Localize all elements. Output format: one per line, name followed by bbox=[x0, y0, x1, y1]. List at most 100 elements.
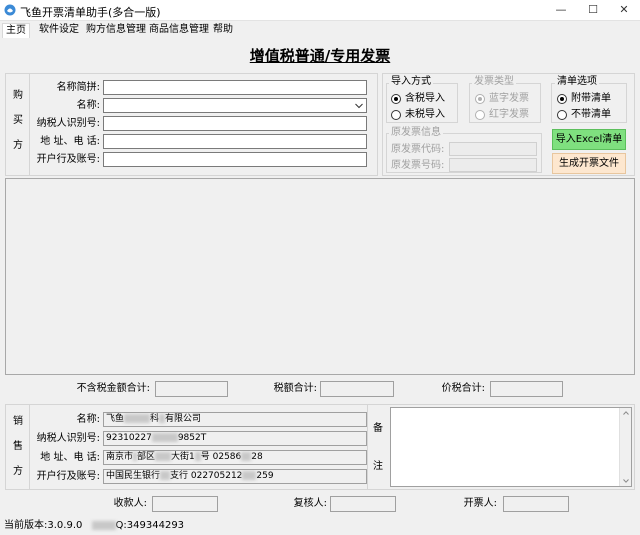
buyer-taxid-label: 纳税人识别号: bbox=[36, 118, 100, 129]
version-text: 当前版本:3.0.9.0 bbox=[4, 520, 83, 531]
remarks-textarea[interactable] bbox=[390, 407, 632, 487]
original-number-label: 原发票号码: bbox=[391, 160, 445, 171]
radio-tax-inclusive[interactable]: 含税导入 bbox=[391, 93, 445, 105]
seller-address-text-1: 南京市 bbox=[106, 452, 134, 462]
buyer-side-label-1: 购 bbox=[13, 90, 23, 101]
tax-total-value bbox=[320, 381, 394, 397]
page-title: 增值税普通/专用发票 bbox=[249, 47, 391, 65]
close-button[interactable]: ✕ bbox=[608, 0, 640, 21]
remarks-panel: 备 注 bbox=[368, 404, 635, 490]
buyer-side-label-3: 方 bbox=[13, 140, 23, 151]
radio-blue-invoice[interactable]: 蓝字发票 bbox=[475, 93, 529, 105]
minimize-button[interactable]: — bbox=[545, 0, 577, 21]
radio-label: 含税导入 bbox=[405, 93, 445, 104]
remarks-scrollbar[interactable] bbox=[619, 408, 631, 486]
payee-field[interactable] bbox=[152, 496, 218, 512]
radio-label: 未税导入 bbox=[405, 109, 445, 120]
seller-side-label-3: 方 bbox=[13, 466, 23, 477]
invoice-type-title: 发票类型 bbox=[472, 76, 516, 88]
seller-bank-label: 开户行及账号: bbox=[36, 471, 100, 482]
seller-side-label-2: 售 bbox=[13, 441, 23, 452]
radio-dot bbox=[557, 110, 567, 120]
radio-dot bbox=[391, 94, 401, 104]
maximize-button[interactable]: ☐ bbox=[577, 0, 609, 21]
buyer-bank-label: 开户行及账号: bbox=[36, 154, 100, 165]
seller-address-label: 地 址、电 话: bbox=[40, 452, 100, 463]
seller-name-text-2: 科 bbox=[150, 414, 160, 424]
radio-label: 蓝字发票 bbox=[489, 93, 529, 104]
buyer-name-label: 名称: bbox=[76, 100, 100, 111]
radio-without-list[interactable]: 不带清单 bbox=[557, 109, 611, 121]
seller-bank-text-1: 中国民生银行 bbox=[106, 471, 161, 481]
chevron-down-icon bbox=[623, 479, 629, 483]
generate-file-button[interactable]: 生成开票文件 bbox=[552, 153, 626, 174]
issuer-label: 开票人: bbox=[463, 498, 497, 509]
redaction-blur bbox=[241, 452, 252, 461]
radio-tax-exclusive[interactable]: 未税导入 bbox=[391, 109, 445, 121]
seller-address-field: 南京市 部区 大街1 号 02586 28 bbox=[103, 450, 367, 465]
seller-taxid-label: 纳税人识别号: bbox=[36, 433, 100, 444]
radio-red-invoice[interactable]: 红字发票 bbox=[475, 109, 529, 121]
redaction-blur bbox=[159, 414, 166, 423]
original-invoice-title: 原发票信息 bbox=[389, 127, 443, 139]
seller-side-label-1: 销 bbox=[13, 416, 23, 427]
grand-total-value bbox=[490, 381, 563, 397]
tab-home[interactable]: 主页 bbox=[2, 23, 30, 38]
radio-dot bbox=[475, 110, 485, 120]
window-title: 飞鱼开票清单助手(多合一版) bbox=[20, 6, 161, 19]
seller-panel: 销 售 方 名称: 飞鱼科有限公司 纳税人识别号: 92310227 9852T … bbox=[5, 404, 368, 490]
remarks-label-bottom: 注 bbox=[373, 461, 383, 472]
buyer-panel: 购 买 方 名称简拼: 名称: 纳税人识别号: 地 址、电 话: 开户行及账号: bbox=[5, 73, 378, 176]
qq-text: Q:349344293 bbox=[115, 520, 185, 531]
reviewer-field[interactable] bbox=[330, 496, 396, 512]
import-excel-button[interactable]: 导入Excel清单 bbox=[552, 129, 626, 150]
radio-dot bbox=[557, 94, 567, 104]
redaction-blur bbox=[124, 414, 151, 423]
buyer-taxid-input[interactable] bbox=[103, 116, 367, 131]
menu-bar: 主页 软件设定 购方信息管理 商品信息管理 帮助 bbox=[0, 21, 640, 38]
title-bar: 飞鱼开票清单助手(多合一版) — ☐ ✕ bbox=[0, 0, 640, 21]
buyer-bank-input[interactable] bbox=[103, 152, 367, 167]
app-icon bbox=[4, 4, 16, 16]
tax-total-label: 税额合计: bbox=[273, 383, 317, 394]
seller-address-text-2: 部区 bbox=[137, 452, 156, 462]
issuer-field[interactable] bbox=[503, 496, 569, 512]
tab-software-settings[interactable]: 软件设定 bbox=[36, 23, 82, 38]
amount-total-label: 不含税金额合计: bbox=[76, 383, 150, 394]
tab-help[interactable]: 帮助 bbox=[210, 23, 236, 38]
seller-name-text-3: 有限公司 bbox=[165, 414, 202, 424]
seller-taxid-text-2: 9852T bbox=[177, 433, 207, 443]
seller-bank-text-3: 259 bbox=[256, 471, 274, 481]
status-bar: 当前版本:3.0.9.0 Q:349344293 bbox=[0, 518, 640, 535]
radio-label: 附带清单 bbox=[571, 93, 611, 104]
tab-goods-info[interactable]: 商品信息管理 bbox=[146, 23, 212, 38]
buyer-address-label: 地 址、电 话: bbox=[40, 136, 100, 147]
buyer-side-label-2: 买 bbox=[13, 115, 23, 126]
original-code-input[interactable] bbox=[449, 142, 537, 156]
buyer-pinyin-input[interactable] bbox=[103, 80, 367, 95]
amount-total-value bbox=[155, 381, 228, 397]
buyer-name-dropdown[interactable] bbox=[103, 98, 367, 113]
invoice-items-grid[interactable] bbox=[5, 178, 635, 375]
original-number-input[interactable] bbox=[449, 158, 537, 172]
redaction-blur bbox=[160, 471, 171, 480]
redaction-blur bbox=[194, 452, 201, 461]
seller-address-text-4: 号 02586 bbox=[200, 452, 242, 462]
seller-address-text-3: 大街1 bbox=[171, 452, 195, 462]
buyer-pinyin-label: 名称简拼: bbox=[56, 82, 100, 93]
redaction-blur bbox=[91, 520, 116, 530]
seller-bank-text-2: 支行 022705212 bbox=[170, 471, 243, 481]
redaction-blur bbox=[242, 471, 257, 480]
redaction-blur bbox=[133, 452, 138, 461]
radio-dot bbox=[475, 94, 485, 104]
seller-taxid-field: 92310227 9852T bbox=[103, 431, 367, 446]
chevron-down-icon bbox=[355, 103, 363, 109]
tab-buyer-info[interactable]: 购方信息管理 bbox=[83, 23, 149, 38]
seller-name-text-1: 飞鱼 bbox=[106, 414, 125, 424]
import-method-title: 导入方式 bbox=[389, 76, 433, 88]
radio-dot bbox=[391, 110, 401, 120]
redaction-blur bbox=[151, 433, 178, 442]
buyer-address-input[interactable] bbox=[103, 134, 367, 149]
radio-with-list[interactable]: 附带清单 bbox=[557, 93, 611, 105]
reviewer-label: 复核人: bbox=[293, 498, 327, 509]
